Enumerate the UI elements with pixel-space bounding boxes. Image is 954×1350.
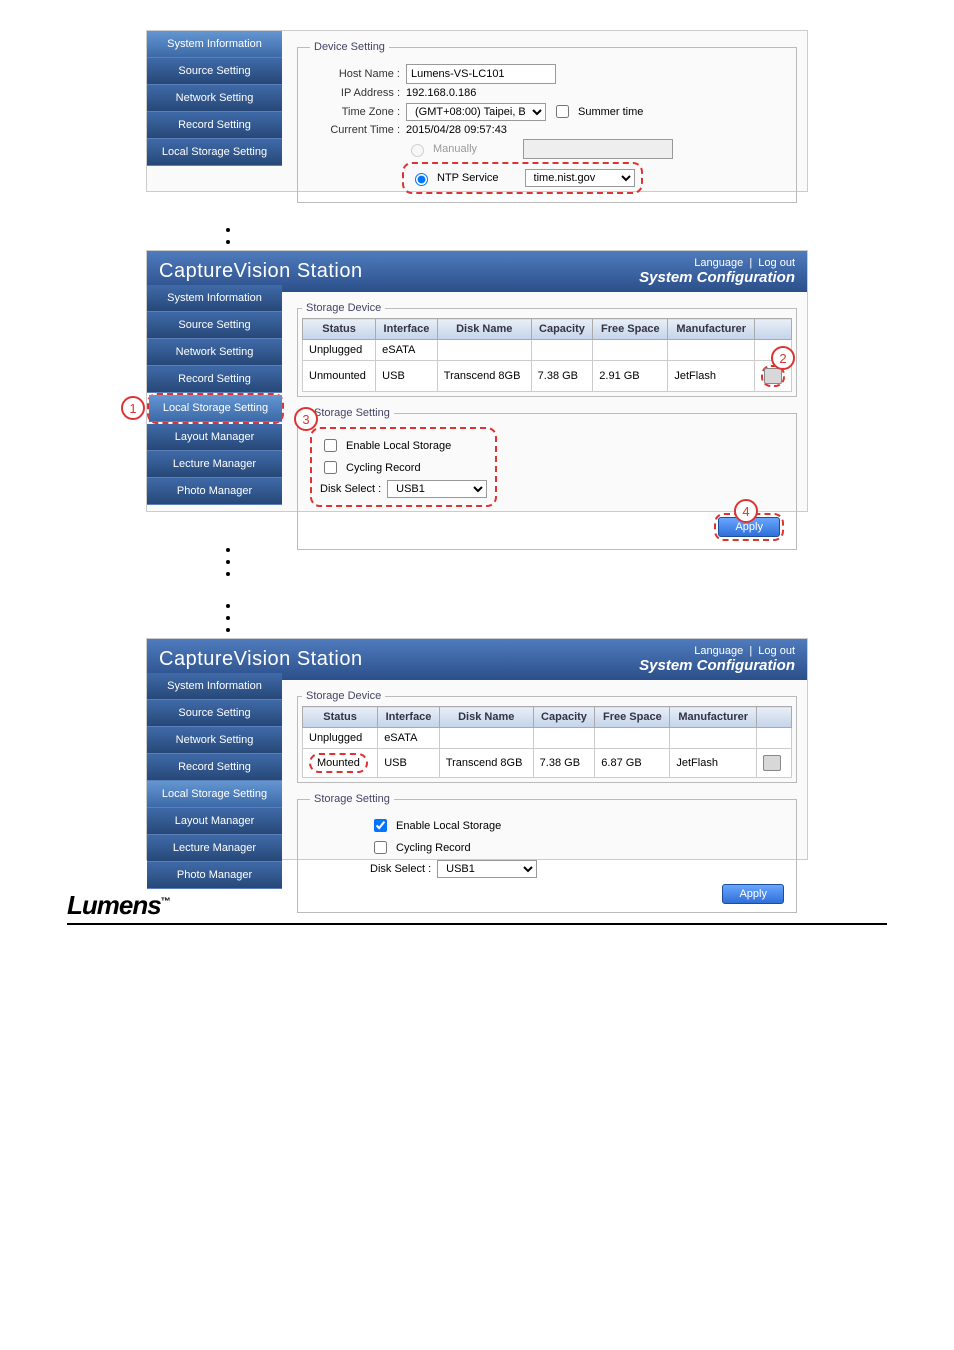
storage-setting-group: Storage Setting 3 Enable Local Storage C…: [297, 407, 797, 550]
ip-value: 192.168.0.186: [406, 87, 476, 99]
system-configuration-label: System Configuration: [639, 657, 795, 674]
bullet-group: [240, 598, 914, 628]
sidebar-item-system-info[interactable]: System Information: [147, 673, 282, 700]
mounted-status-callout: Mounted: [309, 753, 368, 773]
format-disk-icon[interactable]: [764, 368, 782, 384]
disk-select[interactable]: USB1: [437, 860, 537, 878]
storage-device-group: Storage Device Status Interface Disk Nam…: [297, 302, 797, 397]
storage-setting-legend: Storage Setting: [310, 407, 394, 419]
storage-setting-legend: Storage Setting: [310, 793, 394, 805]
sidebar-item-local-storage[interactable]: Local Storage Setting: [147, 781, 282, 808]
storage-device-table: Status Interface Disk Name Capacity Free…: [302, 706, 792, 778]
table-row: Mounted USB Transcend 8GB 7.38 GB 6.87 G…: [303, 749, 792, 778]
storage-content: Storage Device Status Interface Disk Nam…: [287, 680, 807, 929]
sidebar-item-record[interactable]: Record Setting: [147, 366, 282, 393]
manually-input: [523, 139, 673, 159]
ntp-radio[interactable]: [415, 173, 428, 186]
sidebar-item-photo[interactable]: Photo Manager: [147, 862, 282, 889]
disk-select-label: Disk Select :: [370, 863, 431, 875]
sidebar: System Information Source Setting Networ…: [147, 673, 282, 889]
callout-2: 2: [771, 346, 795, 370]
callout-4: 4: [734, 499, 758, 523]
language-link[interactable]: Language: [694, 645, 743, 657]
sidebar: System Information Source Setting Networ…: [147, 285, 282, 505]
sidebar-item-photo[interactable]: Photo Manager: [147, 478, 282, 505]
storage-device-table: Status Interface Disk Name Capacity Free…: [302, 318, 792, 392]
apply-button[interactable]: Apply: [722, 884, 784, 904]
device-setting-content: Device Setting Host Name : IP Address : …: [287, 31, 807, 219]
sidebar: System Information Source Setting Networ…: [147, 31, 282, 166]
summer-time-checkbox[interactable]: [556, 105, 569, 118]
callout-1: 1: [121, 396, 145, 420]
summer-time-label: Summer time: [578, 106, 643, 118]
nav-label: System Information: [167, 38, 262, 50]
topbar-right: Language | Log out System Configuration: [639, 645, 795, 674]
sidebar-item-system-info[interactable]: System Information: [147, 285, 282, 312]
host-name-label: Host Name :: [310, 68, 400, 80]
nav-label: Local Storage Setting: [162, 146, 267, 158]
sidebar-item-source[interactable]: Source Setting: [147, 700, 282, 727]
manually-radio[interactable]: [411, 144, 424, 157]
cycling-record-checkbox[interactable]: [324, 461, 337, 474]
device-setting-group: Device Setting Host Name : IP Address : …: [297, 41, 797, 203]
ip-label: IP Address :: [310, 87, 400, 99]
bullet-spacer: [240, 234, 914, 240]
enable-local-storage-checkbox[interactable]: [374, 819, 387, 832]
manually-label: Manually: [433, 143, 477, 155]
sidebar-item-local-storage[interactable]: Local Storage Setting: [149, 395, 282, 422]
language-link[interactable]: Language: [694, 257, 743, 269]
sidebar-item-record[interactable]: Record Setting: [147, 112, 282, 139]
table-row: Unplugged eSATA 2: [303, 340, 792, 361]
storage-device-group: Storage Device Status Interface Disk Nam…: [297, 690, 797, 783]
nav-label: Network Setting: [176, 92, 254, 104]
format-disk-icon[interactable]: [763, 755, 781, 771]
disk-select[interactable]: USB1: [387, 480, 487, 498]
sidebar-item-network[interactable]: Network Setting: [147, 727, 282, 754]
ntp-callout: NTP Service time.nist.gov: [402, 162, 643, 194]
storage-content: Storage Device Status Interface Disk Nam…: [287, 292, 807, 566]
sidebar-item-system-info[interactable]: System Information: [147, 31, 282, 58]
sidebar-item-layout[interactable]: Layout Manager: [147, 808, 282, 835]
system-configuration-label: System Configuration: [639, 269, 795, 286]
nav-label: Record Setting: [178, 119, 251, 131]
nav-label: Source Setting: [178, 65, 250, 77]
storage-panel-mounted: CaptureVision Station Language | Log out…: [146, 638, 808, 860]
timezone-select[interactable]: (GMT+08:00) Taipei, Be: [406, 103, 546, 121]
tz-label: Time Zone :: [310, 106, 400, 118]
sidebar-item-record[interactable]: Record Setting: [147, 754, 282, 781]
disk-select-label: Disk Select :: [320, 483, 381, 495]
sidebar-item-lecture[interactable]: Lecture Manager: [147, 451, 282, 478]
sidebar-item-local-storage[interactable]: Local Storage Setting: [147, 139, 282, 166]
sidebar-item-source[interactable]: Source Setting: [147, 58, 282, 85]
storage-panel-annotated: CaptureVision Station Language | Log out…: [146, 250, 808, 512]
table-header: Status Interface Disk Name Capacity Free…: [303, 707, 792, 728]
device-setting-panel: System Information Source Setting Networ…: [146, 30, 808, 192]
sidebar-item-lecture[interactable]: Lecture Manager: [147, 835, 282, 862]
bullet-spacer: [240, 222, 914, 228]
storage-setting-group: Storage Setting Enable Local Storage Cyc…: [297, 793, 797, 913]
ntp-label: NTP Service: [437, 172, 499, 184]
brand-title: CaptureVision Station: [159, 648, 363, 671]
topbar-right: Language | Log out System Configuration: [639, 257, 795, 286]
table-row: Unmounted USB Transcend 8GB 7.38 GB 2.91…: [303, 361, 792, 392]
storage-device-legend: Storage Device: [302, 302, 385, 314]
cycling-record-checkbox[interactable]: [374, 841, 387, 854]
table-row: Unplugged eSATA: [303, 728, 792, 749]
table-header: Status Interface Disk Name Capacity Free…: [303, 319, 792, 340]
sidebar-item-source[interactable]: Source Setting: [147, 312, 282, 339]
sidebar-item-layout[interactable]: Layout Manager: [147, 424, 282, 451]
sidebar-item-network[interactable]: Network Setting: [147, 85, 282, 112]
logout-link[interactable]: Log out: [758, 257, 795, 269]
callout-3: 3: [294, 407, 318, 431]
host-name-input[interactable]: [406, 64, 556, 84]
curtime-label: Current Time :: [310, 124, 400, 136]
brand-title: CaptureVision Station: [159, 260, 363, 283]
storage-device-legend: Storage Device: [302, 690, 385, 702]
logout-link[interactable]: Log out: [758, 645, 795, 657]
device-setting-legend: Device Setting: [310, 41, 389, 53]
sidebar-item-network[interactable]: Network Setting: [147, 339, 282, 366]
curtime-value: 2015/04/28 09:57:43: [406, 124, 507, 136]
ntp-server-select[interactable]: time.nist.gov: [525, 169, 635, 187]
enable-local-storage-checkbox[interactable]: [324, 439, 337, 452]
